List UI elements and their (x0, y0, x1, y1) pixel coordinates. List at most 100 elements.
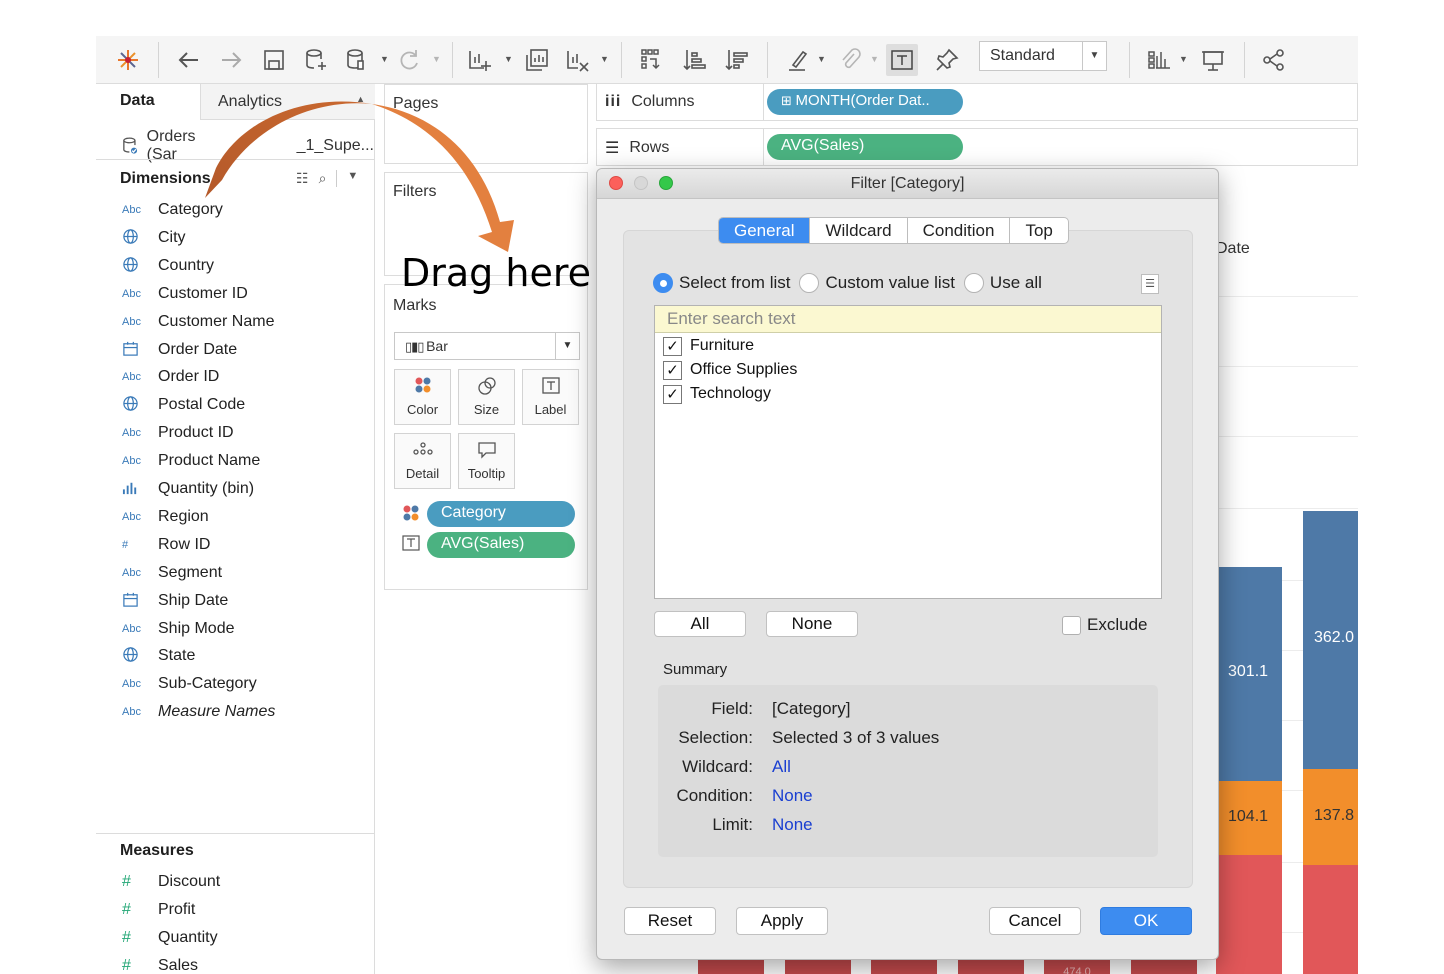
summary-condition-link[interactable]: None (772, 786, 813, 806)
save-icon[interactable] (258, 44, 290, 76)
avg-sales-rows-pill[interactable]: AVG(Sales) (767, 134, 963, 160)
presentation-icon[interactable] (1197, 44, 1229, 76)
dimension-sub-category[interactable]: Abc Sub-Category (122, 671, 257, 697)
category-color-pill[interactable]: Category (427, 501, 575, 527)
tab-general[interactable]: General (719, 218, 810, 243)
tab-data[interactable]: Data (96, 84, 200, 120)
summary-limit-link[interactable]: None (772, 815, 813, 835)
label-button[interactable]: Label (522, 369, 579, 425)
radio-custom-value-list[interactable] (799, 273, 820, 293)
dimension-ship-mode[interactable]: Abc Ship Mode (122, 616, 235, 642)
datasource-caret-icon[interactable]: ▼ (380, 54, 390, 66)
dimension-segment[interactable]: Abc Segment (122, 560, 222, 586)
dimension-region[interactable]: Abc Region (122, 504, 209, 530)
new-worksheet-icon[interactable] (463, 44, 495, 76)
new-datasource-icon[interactable] (300, 44, 332, 76)
list-item-furniture[interactable]: ✓ Furniture (663, 335, 754, 357)
summary-wildcard-link[interactable]: All (772, 757, 791, 777)
bar-technology-2[interactable]: 362.0 (1303, 511, 1358, 769)
show-me-caret-icon[interactable]: ▼ (1179, 54, 1189, 66)
radio-select-from-list-label[interactable]: Select from list (679, 273, 790, 293)
clear-caret-icon[interactable]: ▼ (600, 54, 610, 66)
mark-type-select[interactable]: ▯▮▯ Bar ▼ (394, 332, 580, 360)
sort-descending-icon[interactable] (721, 44, 753, 76)
view-list-icon[interactable]: ☷ (296, 170, 309, 187)
group-icon[interactable] (834, 44, 866, 76)
bar-furniture-a[interactable] (698, 960, 764, 974)
checkbox-furniture[interactable]: ✓ (663, 336, 682, 356)
fit-select[interactable]: Standard ▼ (979, 41, 1107, 71)
show-me-icon[interactable] (1143, 44, 1175, 76)
exclude-checkbox[interactable] (1062, 615, 1081, 635)
dimension-ship-date[interactable]: Ship Date (122, 588, 228, 614)
bar-technology-1[interactable]: 301.1 (1216, 567, 1282, 781)
month-order-date-pill[interactable]: ⊞ MONTH(Order Dat.. (767, 89, 963, 115)
swap-icon[interactable] (635, 44, 667, 76)
exclude-option[interactable]: Exclude (1062, 615, 1147, 635)
highlight-caret-icon[interactable]: ▼ (817, 54, 827, 66)
bar-furniture-f[interactable] (1131, 960, 1197, 974)
bar-office-supplies-1[interactable]: 104.1 (1216, 781, 1282, 855)
cancel-button[interactable]: Cancel (989, 907, 1081, 935)
list-item-technology[interactable]: ✓ Technology (663, 383, 771, 405)
highlight-icon[interactable] (782, 44, 814, 76)
reset-button[interactable]: Reset (624, 907, 716, 935)
pin-icon[interactable] (931, 44, 963, 76)
bar-furniture-d[interactable] (958, 960, 1024, 974)
sort-ascending-icon[interactable] (679, 44, 711, 76)
color-button[interactable]: Color (394, 369, 451, 425)
measure-sales[interactable]: # Sales (122, 953, 198, 974)
clear-icon[interactable] (561, 44, 593, 76)
tab-analytics[interactable]: Analytics ▲ (200, 84, 375, 120)
collapse-icon[interactable]: ▲ (356, 94, 365, 104)
dimension-customer-id[interactable]: Abc Customer ID (122, 281, 248, 307)
dialog-titlebar[interactable]: Filter [Category] (597, 169, 1218, 199)
refresh-caret-icon[interactable]: ▼ (432, 54, 442, 66)
dimension-product-name[interactable]: Abc Product Name (122, 448, 260, 474)
pages-card[interactable]: Pages (384, 84, 588, 164)
measure-quantity[interactable]: # Quantity (122, 925, 218, 951)
detail-button[interactable]: Detail (394, 433, 451, 489)
bar-furniture-b[interactable] (785, 960, 851, 974)
list-menu-icon[interactable]: ☰ (1141, 274, 1159, 294)
tab-top[interactable]: Top (1009, 218, 1067, 243)
select-all-button[interactable]: All (654, 611, 746, 637)
dimension-row-id[interactable]: # Row ID (122, 532, 210, 558)
refresh-icon[interactable] (393, 44, 425, 76)
bar-furniture-e[interactable]: 474.0 (1044, 960, 1110, 974)
dimension-state[interactable]: State (122, 643, 195, 669)
show-labels-icon[interactable] (886, 44, 918, 76)
new-worksheet-caret-icon[interactable]: ▼ (504, 54, 514, 66)
apply-button[interactable]: Apply (736, 907, 828, 935)
bar-furniture-c[interactable] (871, 960, 937, 974)
radio-select-from-list[interactable] (653, 273, 673, 293)
list-item-office-supplies[interactable]: ✓ Office Supplies (663, 359, 797, 381)
checkbox-technology[interactable]: ✓ (663, 384, 682, 404)
columns-shelf[interactable]: iii Columns ⊞ MONTH(Order Dat.. (596, 83, 1358, 121)
duplicate-icon[interactable] (521, 44, 553, 76)
tab-wildcard[interactable]: Wildcard (809, 218, 906, 243)
radio-custom-value-list-label[interactable]: Custom value list (825, 273, 954, 293)
radio-use-all[interactable] (963, 273, 984, 293)
dimension-customer-name[interactable]: Abc Customer Name (122, 309, 274, 335)
tableau-logo-icon[interactable] (112, 44, 144, 76)
bar-furniture-1[interactable] (1216, 855, 1282, 974)
share-icon[interactable] (1258, 44, 1290, 76)
avg-sales-label-pill[interactable]: AVG(Sales) (427, 532, 575, 558)
dimension-country[interactable]: Country (122, 253, 214, 279)
dimension-product-id[interactable]: Abc Product ID (122, 420, 234, 446)
tab-condition[interactable]: Condition (906, 218, 1010, 243)
measure-discount[interactable]: # Discount (122, 869, 220, 895)
dimension-postal-code[interactable]: Postal Code (122, 392, 245, 418)
dimension-order-id[interactable]: Abc Order ID (122, 364, 219, 390)
tooltip-button[interactable]: Tooltip (458, 433, 515, 489)
measure-profit[interactable]: # Profit (122, 897, 195, 923)
forward-icon[interactable] (215, 44, 247, 76)
dimension-order-date[interactable]: Order Date (122, 337, 237, 363)
checkbox-office-supplies[interactable]: ✓ (663, 360, 682, 380)
bar-office-supplies-2[interactable]: 137.8 (1303, 769, 1358, 865)
search-input[interactable]: Enter search text (655, 306, 1161, 333)
menu-caret-icon[interactable]: ▼ (336, 170, 358, 187)
datasource-icon[interactable] (341, 44, 373, 76)
search-icon[interactable]: ⌕ (319, 170, 327, 187)
